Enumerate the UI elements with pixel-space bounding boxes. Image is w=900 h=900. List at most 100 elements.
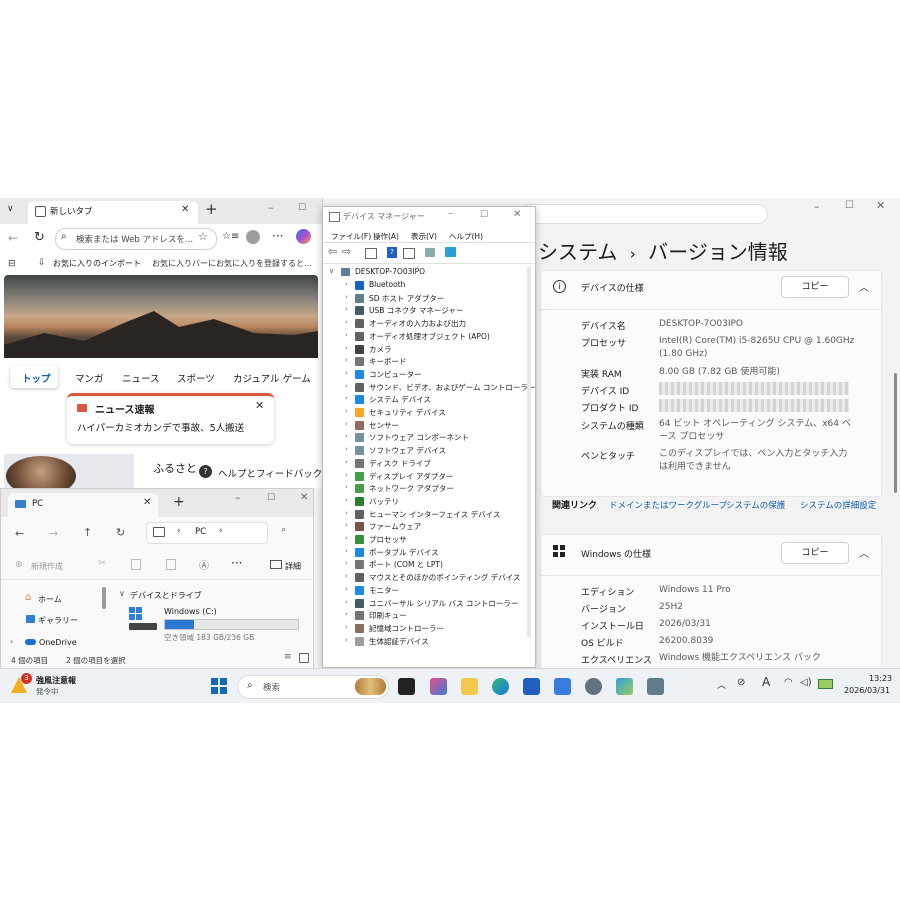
settings-scrollbar[interactable] bbox=[894, 373, 897, 493]
chevron-right-icon[interactable]: › bbox=[345, 318, 348, 326]
add-tab-icon[interactable]: + bbox=[173, 494, 185, 510]
favorites-list-icon[interactable]: ☆≡ bbox=[222, 231, 239, 242]
start-windows-icon[interactable] bbox=[211, 678, 227, 694]
properties-icon[interactable] bbox=[365, 248, 377, 259]
device-manager-icon[interactable] bbox=[647, 678, 664, 695]
chevron-right-icon[interactable]: › bbox=[345, 598, 348, 606]
favorite-star-icon[interactable]: ☆ bbox=[198, 230, 208, 243]
devmgr-scrollbar[interactable] bbox=[527, 267, 531, 637]
wifi-icon[interactable]: ◠ bbox=[784, 677, 793, 688]
devmgr-maximize-button[interactable]: ☐ bbox=[480, 210, 488, 220]
chevron-right-icon[interactable]: › bbox=[345, 445, 348, 453]
monitor-icon[interactable] bbox=[445, 247, 456, 257]
tiles-view-icon[interactable] bbox=[299, 653, 309, 663]
chevron-right-icon[interactable]: › bbox=[345, 305, 348, 313]
settings-minimize-button[interactable]: – bbox=[814, 200, 820, 213]
help-book-icon[interactable]: ? bbox=[387, 247, 397, 258]
forward-arrow-icon[interactable]: ⇨ bbox=[342, 245, 351, 258]
devmgr-minimize-button[interactable]: – bbox=[448, 208, 453, 219]
nav-onedrive[interactable]: OneDrive bbox=[39, 638, 77, 647]
menu-view[interactable]: 表示(V) bbox=[411, 231, 437, 242]
edge-icon[interactable] bbox=[492, 678, 509, 695]
menu-file[interactable]: ファイル(F) bbox=[331, 231, 371, 242]
news-tab-sports[interactable]: スポーツ bbox=[177, 371, 215, 385]
chevron-right-icon[interactable]: › bbox=[345, 471, 348, 479]
feed-thumbnail[interactable] bbox=[4, 454, 134, 488]
breadcrumb-parent[interactable]: システム bbox=[538, 240, 617, 264]
copilot-icon[interactable] bbox=[296, 229, 311, 244]
back-icon[interactable]: ← bbox=[15, 527, 24, 540]
paste-icon[interactable] bbox=[166, 559, 176, 570]
chevron-right-icon[interactable]: › bbox=[345, 521, 348, 529]
drive-name[interactable]: Windows (C:) bbox=[164, 607, 217, 616]
tab-actions-chevron-icon[interactable]: ∨ bbox=[7, 204, 14, 214]
breaking-news-card[interactable]: ニュース速報 ✕ ハイパーカミオカンデで事故、5人搬送 bbox=[67, 393, 274, 444]
volume-icon[interactable]: ◁) bbox=[800, 677, 812, 688]
settings-close-button[interactable]: ✕ bbox=[876, 199, 885, 212]
file-explorer-icon[interactable] bbox=[461, 678, 478, 695]
refresh-icon[interactable]: ↻ bbox=[34, 230, 45, 245]
chevron-right-icon[interactable]: › bbox=[345, 610, 348, 618]
chevron-right-icon[interactable]: › bbox=[345, 458, 348, 466]
new-button[interactable]: 新規作成 bbox=[31, 561, 63, 572]
store-icon[interactable] bbox=[523, 678, 540, 695]
ime-indicator[interactable]: A bbox=[762, 675, 770, 689]
chevron-right-icon[interactable]: › bbox=[345, 585, 348, 593]
nav-scrollbar[interactable] bbox=[102, 587, 106, 609]
nav-gallery[interactable]: ギャラリー bbox=[38, 615, 78, 626]
network-off-icon[interactable]: ⊘ bbox=[737, 677, 745, 688]
news-tab-manga[interactable]: マンガ bbox=[75, 371, 104, 385]
chevron-up-icon[interactable]: ︿ bbox=[717, 678, 726, 691]
chevron-right-icon[interactable]: › bbox=[345, 636, 348, 644]
explorer-minimize-button[interactable]: – bbox=[235, 491, 241, 504]
chevron-right-icon[interactable]: › bbox=[345, 331, 348, 339]
edge-maximize-button[interactable]: ☐ bbox=[298, 203, 306, 213]
settings-maximize-button[interactable]: ☐ bbox=[845, 200, 854, 211]
up-icon[interactable]: ↑ bbox=[83, 526, 92, 539]
add-tab-icon[interactable]: + bbox=[205, 200, 218, 218]
scan-hardware-icon[interactable] bbox=[425, 248, 435, 257]
task-view-icon[interactable] bbox=[398, 678, 415, 695]
refresh-icon[interactable]: ↻ bbox=[116, 526, 125, 539]
taskbar-search[interactable]: ⌕ 検索 bbox=[237, 675, 389, 699]
explorer-close-button[interactable]: ✕ bbox=[300, 492, 308, 503]
windows-spec-copy-button[interactable]: コピー bbox=[781, 542, 849, 564]
chevron-right-icon[interactable]: › bbox=[345, 293, 348, 301]
list-view-icon[interactable]: ≡ bbox=[284, 652, 292, 662]
chevron-right-icon[interactable]: › bbox=[345, 623, 348, 631]
chevron-right-icon[interactable]: › bbox=[345, 280, 348, 288]
address-bar[interactable]: › PC › bbox=[146, 522, 268, 544]
chevron-down-icon[interactable]: ∨ bbox=[329, 267, 334, 275]
chevron-right-icon[interactable]: › bbox=[345, 483, 348, 491]
rename-icon[interactable]: Ⓐ bbox=[199, 557, 209, 572]
nav-home[interactable]: ホーム bbox=[38, 594, 62, 605]
settings-gear-icon[interactable] bbox=[585, 678, 602, 695]
chevron-right-icon[interactable]: › bbox=[345, 407, 348, 415]
link-system-protection[interactable]: システムの保護 bbox=[726, 499, 785, 511]
news-tab-top[interactable]: トップ bbox=[10, 366, 58, 388]
cut-icon[interactable]: ✂ bbox=[98, 558, 106, 569]
chevron-right-icon[interactable]: › bbox=[10, 637, 13, 646]
news-tab-casual-games[interactable]: カジュアル ゲーム bbox=[233, 371, 311, 385]
close-tab-icon[interactable]: ✕ bbox=[181, 204, 189, 215]
app-icon-3[interactable] bbox=[616, 678, 633, 695]
explorer-maximize-button[interactable]: ☐ bbox=[267, 493, 275, 503]
link-advanced-settings[interactable]: システムの詳細設定 bbox=[800, 499, 876, 511]
settings-search-box[interactable] bbox=[520, 204, 768, 224]
app-icon-2[interactable] bbox=[554, 678, 571, 695]
forward-icon[interactable]: → bbox=[49, 527, 58, 540]
chevron-right-icon[interactable]: › bbox=[345, 420, 348, 428]
back-icon[interactable]: ← bbox=[8, 231, 18, 245]
update-driver-icon[interactable] bbox=[403, 248, 415, 259]
details-button[interactable]: 詳細 bbox=[285, 561, 301, 572]
chevron-right-icon[interactable]: › bbox=[345, 534, 348, 542]
more-menu-icon[interactable]: ··· bbox=[272, 229, 283, 243]
weather-title[interactable]: 強風注意報 bbox=[36, 675, 76, 686]
chevron-right-icon[interactable]: › bbox=[345, 382, 348, 390]
clock-time[interactable]: 13:23 bbox=[869, 674, 892, 683]
address-bar[interactable]: ⌕ 検索または Web アドレスを... ☆ bbox=[55, 228, 217, 250]
chevron-right-icon[interactable]: › bbox=[345, 572, 348, 580]
chevron-right-icon[interactable]: › bbox=[345, 369, 348, 377]
chevron-right-icon[interactable]: › bbox=[345, 547, 348, 555]
menu-help[interactable]: ヘルプ(H) bbox=[449, 231, 483, 242]
